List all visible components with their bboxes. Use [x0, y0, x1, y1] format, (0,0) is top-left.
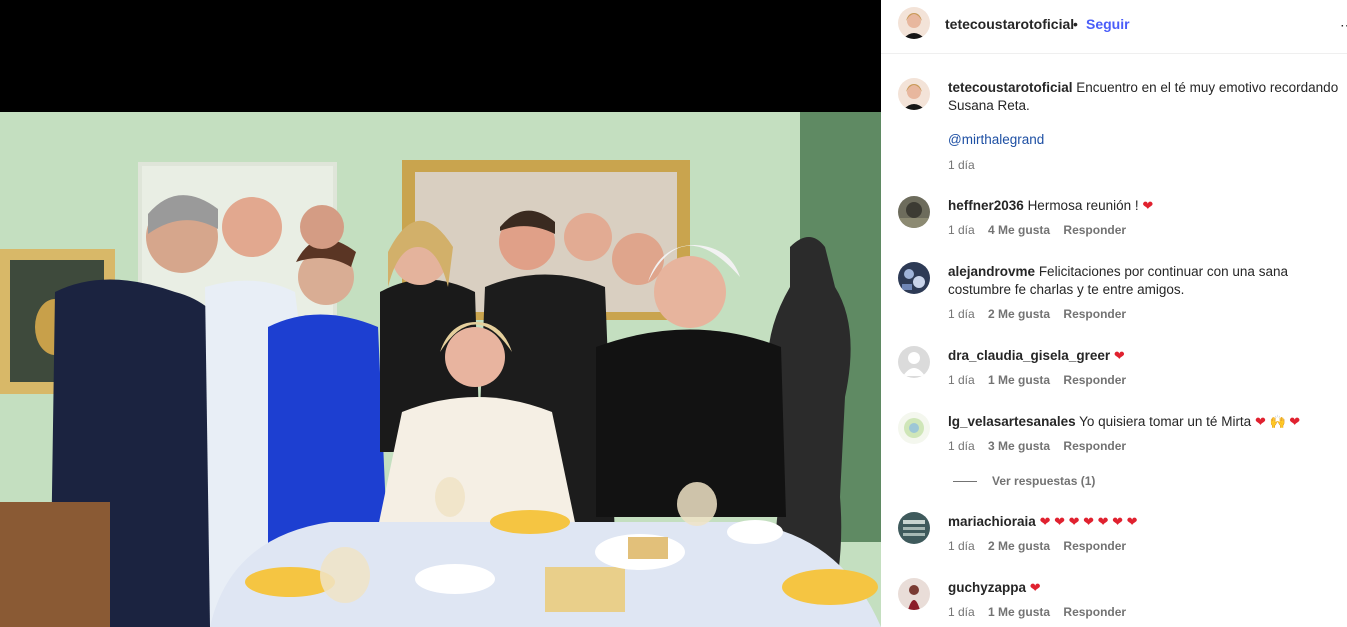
comment-avatar-image [898, 412, 930, 444]
post-photo[interactable] [0, 112, 881, 627]
caption-text-block: tetecoustarotoficial Encuentro en el té … [948, 79, 1343, 115]
comment-avatar-image [898, 512, 930, 544]
comment-username[interactable]: lg_velasartesanales [948, 414, 1076, 429]
caption-meta: 1 día [948, 158, 985, 172]
photo-illustration [0, 112, 881, 627]
view-replies-label: Ver respuestas (1) [992, 474, 1096, 488]
comment-meta: 1 día 1 Me gusta Responder [948, 373, 1136, 387]
comment-time[interactable]: 1 día [948, 307, 975, 321]
comment-username[interactable]: guchyzappa [948, 580, 1026, 595]
comment-text-block: lg_velasartesanales Yo quisiera tomar un… [948, 413, 1343, 431]
comment-likes[interactable]: 4 Me gusta [988, 223, 1050, 237]
comment-likes[interactable]: 2 Me gusta [988, 307, 1050, 321]
heart-emoji-icon: ❤ [1029, 580, 1041, 595]
heart-emoji-icon: ❤ ❤ ❤ ❤ ❤ ❤ ❤ [1039, 514, 1138, 529]
reply-button[interactable]: Responder [1063, 439, 1126, 453]
more-options-icon[interactable]: ⋯ [1340, 17, 1347, 34]
comment-time[interactable]: 1 día [948, 223, 975, 237]
author-username[interactable]: tetecoustarotoficial [945, 16, 1074, 32]
heart-emoji-icon: ❤ 🙌 ❤ [1254, 414, 1301, 429]
caption-username[interactable]: tetecoustarotoficial [948, 80, 1073, 95]
comment-likes[interactable]: 3 Me gusta [988, 439, 1050, 453]
heart-emoji-icon: ❤ [1142, 198, 1154, 213]
comment-text: Yo quisiera tomar un té Mirta [1079, 414, 1252, 429]
comment-text-block: alejandrovme Felicitaciones por continua… [948, 263, 1343, 299]
reply-button[interactable]: Responder [1063, 373, 1126, 387]
caption-time[interactable]: 1 día [948, 158, 975, 172]
comment-time[interactable]: 1 día [948, 605, 975, 619]
reply-button[interactable]: Responder [1063, 605, 1126, 619]
comment-avatar-image [898, 196, 930, 228]
comment-meta: 1 día 4 Me gusta Responder [948, 223, 1136, 237]
comment-text: Hermosa reunión ! [1027, 198, 1139, 213]
comment-username[interactable]: dra_claudia_gisela_greer [948, 348, 1110, 363]
caption-avatar[interactable] [898, 78, 930, 110]
comment-avatar[interactable] [898, 346, 930, 378]
reply-button[interactable]: Responder [1063, 223, 1126, 237]
comment-avatar-image [898, 578, 930, 610]
reply-button[interactable]: Responder [1063, 539, 1126, 553]
comment-text-block: heffner2036 Hermosa reunión ! ❤ [948, 197, 1343, 215]
comment-text-block: dra_claudia_gisela_greer ❤ [948, 347, 1343, 365]
author-avatar-image [898, 7, 930, 39]
post-header: tetecoustarotoficial • Seguir ⋯ [881, 0, 1347, 54]
comment-username[interactable]: alejandrovme [948, 264, 1035, 279]
comment-avatar-image [898, 262, 930, 294]
comment-avatar[interactable] [898, 196, 930, 228]
heart-emoji-icon: ❤ [1113, 348, 1125, 363]
separator-dot: • [1073, 16, 1078, 32]
comment-avatar[interactable] [898, 412, 930, 444]
caption-mention[interactable]: @mirthalegrand [948, 132, 1044, 147]
view-replies-button[interactable]: Ver respuestas (1) [953, 474, 1095, 488]
reply-button[interactable]: Responder [1063, 307, 1126, 321]
comment-meta: 1 día 1 Me gusta Responder [948, 605, 1136, 619]
comment-likes[interactable]: 1 Me gusta [988, 605, 1050, 619]
comment-text-block: mariachioraia ❤ ❤ ❤ ❤ ❤ ❤ ❤ [948, 513, 1343, 531]
comment-meta: 1 día 2 Me gusta Responder [948, 539, 1136, 553]
post-media [0, 0, 881, 627]
replies-divider-line [953, 481, 977, 483]
comment-username[interactable]: heffner2036 [948, 198, 1024, 213]
comment-text-block: guchyzappa ❤ [948, 579, 1343, 597]
comment-meta: 1 día 2 Me gusta Responder [948, 307, 1136, 321]
comment-likes[interactable]: 1 Me gusta [988, 373, 1050, 387]
follow-button[interactable]: Seguir [1086, 16, 1130, 32]
comment-avatar[interactable] [898, 262, 930, 294]
comment-avatar[interactable] [898, 578, 930, 610]
comment-time[interactable]: 1 día [948, 539, 975, 553]
comment-avatar[interactable] [898, 512, 930, 544]
comment-time[interactable]: 1 día [948, 373, 975, 387]
default-avatar-icon [898, 346, 930, 378]
caption-avatar-image [898, 78, 930, 110]
post-panel: tetecoustarotoficial • Seguir ⋯ tetecous… [881, 0, 1347, 627]
author-avatar[interactable] [898, 7, 930, 39]
comment-time[interactable]: 1 día [948, 439, 975, 453]
caption-mention-line: @mirthalegrand [948, 132, 1054, 147]
comment-likes[interactable]: 2 Me gusta [988, 539, 1050, 553]
comment-meta: 1 día 3 Me gusta Responder [948, 439, 1136, 453]
comment-username[interactable]: mariachioraia [948, 514, 1036, 529]
